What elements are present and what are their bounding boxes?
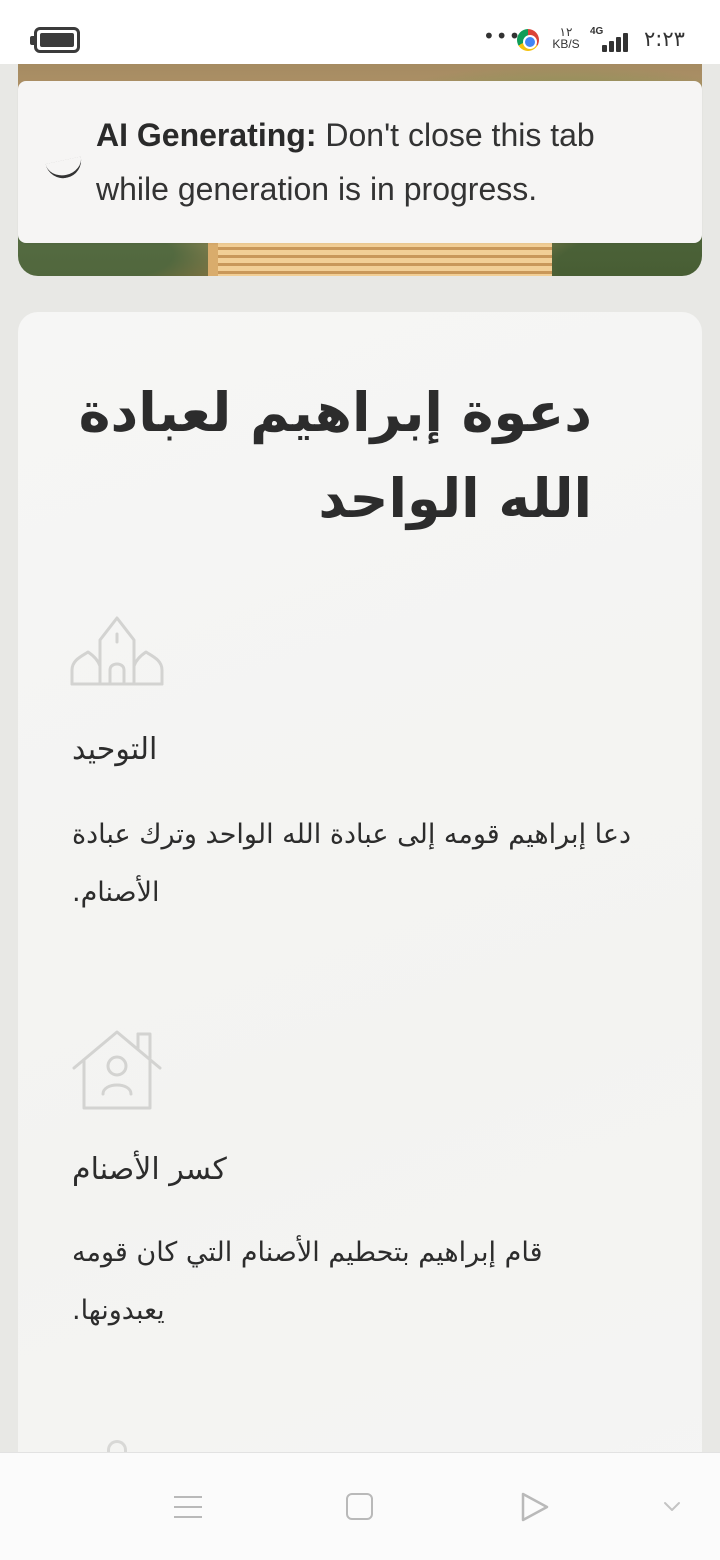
chrome-icon (517, 29, 539, 51)
network-speed: ١٢ KB/S (548, 26, 584, 50)
status-time: ٢:٢٣ (644, 27, 685, 51)
feature-description-tawhid: دعا إبراهيم قومه إلى عبادة الله الواحد و… (72, 819, 632, 908)
hide-chevron-icon[interactable] (662, 1499, 682, 1513)
network-speed-unit: KB/S (552, 37, 580, 51)
mosque-icon (70, 616, 164, 686)
status-bar: ••• ١٢ KB/S 4G ٢:٢٣ (0, 0, 720, 64)
signal-icon (600, 30, 634, 52)
more-notifications-icon: ••• (483, 24, 522, 48)
feature-title-tawhid: التوحيد (72, 732, 158, 767)
back-triangle-icon[interactable] (520, 1491, 550, 1523)
menu-icon[interactable] (174, 1494, 202, 1520)
feature-description-breaking-idols: قام إبراهيم بتحطيم الأصنام التي كان قومه… (72, 1237, 543, 1326)
page-title: دعوة إبراهيم لعبادة الله الواحد (78, 381, 592, 530)
ai-notice-text: AI Generating: Don't close this tab whil… (96, 108, 676, 216)
house-user-icon (72, 1030, 162, 1110)
feature-title-breaking-idols: كسر الأصنام (72, 1152, 227, 1187)
system-navigation-bar (0, 1452, 720, 1560)
ai-notice-label: AI Generating: (96, 117, 317, 153)
battery-icon (30, 27, 80, 53)
home-square-icon[interactable] (346, 1493, 373, 1520)
